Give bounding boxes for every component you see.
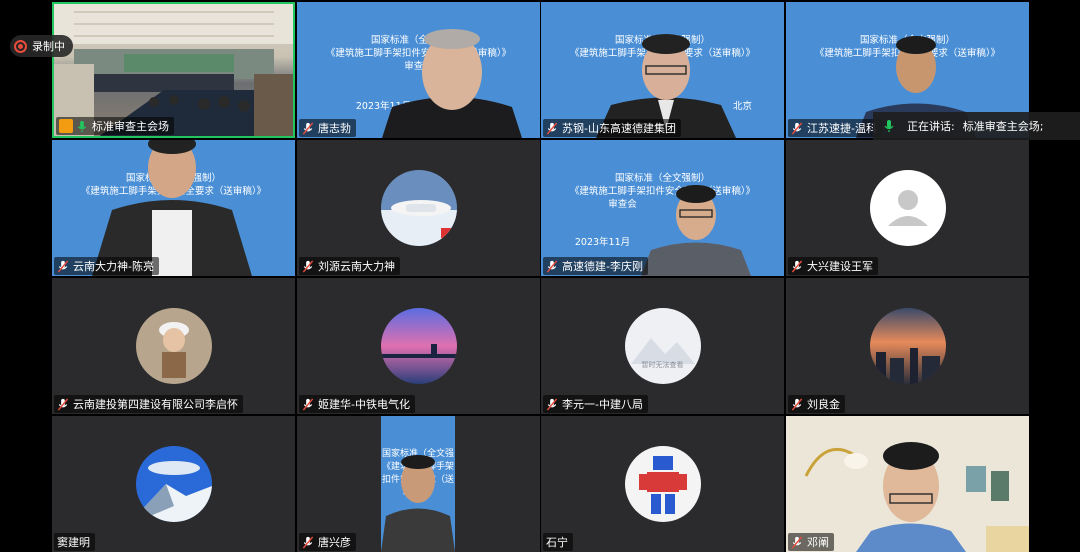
- participant-name-tag: 高速德建-李庆刚: [543, 257, 648, 275]
- participant-name-tag: 云南建投第四建设有限公司李启怀: [54, 395, 243, 413]
- city-sunset-avatar: [869, 308, 946, 384]
- participant-video: 国家标准（全文强制） 《建筑施工脚手架扣件安全要求（送审稿）》: [381, 416, 455, 552]
- mic-muted-icon: [546, 397, 558, 411]
- mic-muted-icon: [791, 397, 803, 411]
- video-tile-participant[interactable]: 国家标准（全文强制） 《建筑施工脚手架扣件安全要求（送审稿）》 云南大力神-陈亮: [52, 140, 295, 276]
- airplane-avatar: [380, 170, 457, 246]
- participant-name: 李元一-中建八局: [562, 398, 643, 411]
- mic-muted-icon: [302, 397, 314, 411]
- participant-name: 窦建明: [57, 536, 90, 549]
- meeting-gallery: 录制中 标准审查主会场 国家标准（全文强制） 《建筑施工脚手架扣件安全要求（送审…: [0, 0, 1080, 552]
- participant-name: 云南大力神-陈亮: [73, 260, 154, 273]
- participant-name: 唐兴彦: [318, 536, 351, 549]
- person-icon: [59, 119, 73, 133]
- video-tile-participant[interactable]: 邓阐: [786, 416, 1029, 552]
- participant-name: 邓阐: [807, 536, 829, 549]
- active-speaker-banner: 正在讲话: 标准审查主会场;: [873, 112, 1080, 140]
- participant-name: 刘良金: [807, 398, 840, 411]
- recording-indicator[interactable]: 录制中: [10, 35, 73, 57]
- mic-muted-icon: [546, 259, 558, 273]
- video-tile-participant[interactable]: 国家标准（全文强制） 《建筑施工脚手架扣件安全要求（送审稿）》 审查会 2023…: [297, 2, 540, 138]
- mic-on-icon: [77, 120, 87, 132]
- participant-name-tag: 唐兴彦: [299, 533, 356, 551]
- mic-muted-icon: [791, 121, 803, 135]
- placeholder-avatar: 暂时无法查看: [624, 308, 701, 384]
- mic-muted-icon: [302, 259, 314, 273]
- participant-name-tag: 标准审查主会场: [56, 117, 174, 135]
- participant-name: 江苏速捷-温科: [807, 122, 877, 135]
- avatar-tile-participant[interactable]: 暂时无法查看 李元一-中建八局: [541, 278, 784, 414]
- mic-muted-icon: [546, 121, 558, 135]
- avatar-tile-participant[interactable]: 刘源云南大力神: [297, 140, 540, 276]
- avatar-tile-participant[interactable]: 姬建华-中铁电气化: [297, 278, 540, 414]
- mic-muted-icon: [791, 535, 803, 549]
- participant-name-tag: 刘源云南大力神: [299, 257, 400, 275]
- participant-name-tag: 唐志勃: [299, 119, 356, 137]
- person-video: [382, 29, 522, 138]
- avatar-tile-participant[interactable]: 窦建明: [52, 416, 295, 552]
- participant-name-tag: 窦建明: [54, 533, 95, 551]
- speaking-name: 标准审查主会场;: [962, 120, 1044, 133]
- speaking-label: 正在讲话:: [907, 120, 955, 133]
- participant-name: 石宁: [546, 536, 568, 549]
- participant-name: 姬建华-中铁电气化: [318, 398, 410, 411]
- default-person-avatar: [869, 170, 946, 246]
- participant-name-tag: 李元一-中建八局: [543, 395, 648, 413]
- participant-name: 苏钢-山东高速德建集团: [562, 122, 676, 135]
- mountain-avatar: [135, 446, 212, 522]
- mic-muted-icon: [57, 259, 69, 273]
- participant-name-tag: 大兴建设王军: [788, 257, 878, 275]
- person-video: [786, 416, 1029, 552]
- video-tile-main-room[interactable]: 标准审查主会场: [52, 2, 295, 138]
- video-tile-participant[interactable]: 国家标准（全文强制） 《建筑施工脚手架扣件安全要求（送审稿）》 审查会 2023…: [541, 140, 784, 276]
- participant-name-tag: 江苏速捷-温科: [788, 119, 882, 137]
- video-tile-participant[interactable]: 国家标准（全文强制） 《建筑施工脚手架扣件安全要求（送审稿）》 唐兴彦: [297, 416, 540, 552]
- participant-name-tag: 刘良金: [788, 395, 845, 413]
- avatar-tile-participant[interactable]: 石宁: [541, 416, 784, 552]
- participant-name-tag: 邓阐: [788, 533, 834, 551]
- recording-label: 录制中: [32, 40, 65, 53]
- mic-muted-icon: [791, 259, 803, 273]
- person-video: [92, 140, 252, 276]
- avatar-tile-participant[interactable]: 大兴建设王军: [786, 140, 1029, 276]
- mic-on-icon: [884, 120, 894, 132]
- mic-muted-icon: [302, 121, 314, 135]
- placeholder-avatar-text: 暂时无法查看: [641, 361, 684, 369]
- participant-name-tag: 苏钢-山东高速德建集团: [543, 119, 681, 137]
- child-hardhat-avatar: [135, 308, 212, 384]
- mic-muted-icon: [57, 397, 69, 411]
- avatar-tile-participant[interactable]: 云南建投第四建设有限公司李启怀: [52, 278, 295, 414]
- participant-name: 高速德建-李庆刚: [562, 260, 643, 273]
- participant-name-tag: 石宁: [543, 533, 573, 551]
- participant-name: 唐志勃: [318, 122, 351, 135]
- participant-name: 云南建投第四建设有限公司李启怀: [73, 398, 238, 411]
- robot-toy-avatar: [624, 446, 701, 522]
- mic-muted-icon: [302, 535, 314, 549]
- person-video: [381, 455, 455, 552]
- participant-name-tag: 云南大力神-陈亮: [54, 257, 159, 275]
- record-icon: [14, 39, 27, 53]
- participant-name: 标准审查主会场: [92, 120, 169, 133]
- participant-name: 刘源云南大力神: [318, 260, 395, 273]
- person-video: [641, 185, 751, 276]
- avatar-tile-participant[interactable]: 刘良金: [786, 278, 1029, 414]
- participant-name-tag: 姬建华-中铁电气化: [299, 395, 415, 413]
- participant-name: 大兴建设王军: [807, 260, 873, 273]
- sunset-lake-avatar: [380, 308, 457, 384]
- video-tile-participant[interactable]: 国家标准（全文强制） 《建筑施工脚手架扣件安全要求（送审稿）》 北京 苏钢-山东…: [541, 2, 784, 138]
